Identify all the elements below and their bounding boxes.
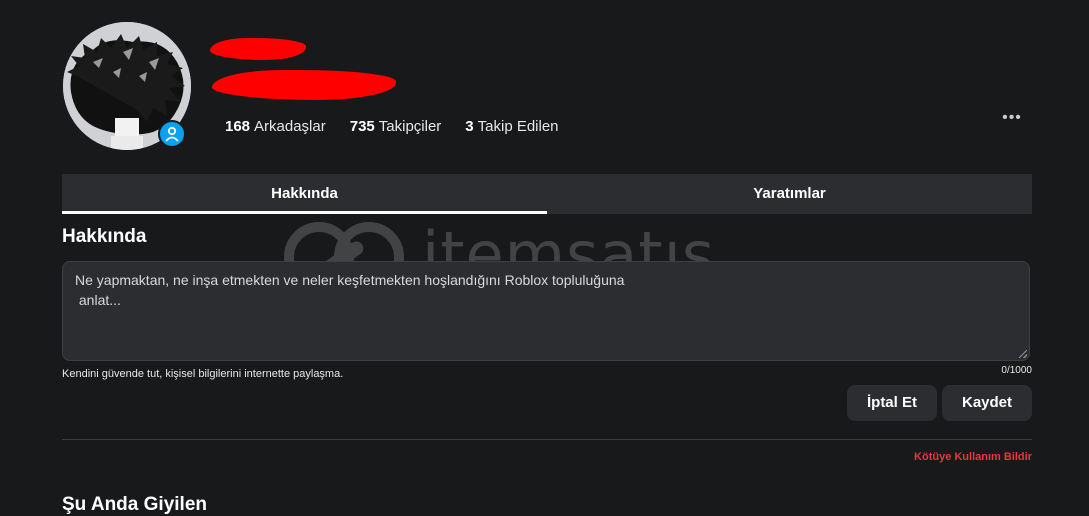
- stat-followers-label: Takipçiler: [378, 118, 442, 135]
- person-icon: [165, 126, 179, 142]
- about-placeholder-line-2: anlat...: [75, 292, 121, 308]
- ellipsis-icon: •••: [1002, 109, 1022, 126]
- status-badge: [158, 120, 186, 148]
- about-title: Hakkında: [62, 226, 147, 247]
- resize-handle-icon[interactable]: [1019, 350, 1027, 358]
- stat-friends[interactable]: 168 Arkadaşlar: [225, 118, 326, 135]
- about-textarea[interactable]: Ne yapmaktan, ne inşa etmekten ve neler …: [62, 261, 1030, 361]
- stat-following[interactable]: 3 Takip Edilen: [465, 118, 558, 135]
- tab-about[interactable]: Hakkında: [62, 174, 547, 214]
- character-counter: 0/1000: [1001, 365, 1032, 376]
- stat-followers-count: 735: [349, 118, 375, 135]
- save-button[interactable]: Kaydet: [942, 385, 1032, 421]
- stat-followers[interactable]: 735 Takipçiler: [350, 118, 442, 135]
- safety-helper-text: Kendini güvende tut, kişisel bilgilerini…: [62, 368, 344, 380]
- more-options-button[interactable]: •••: [1000, 108, 1024, 128]
- section-divider: [62, 439, 1032, 440]
- stat-friends-count: 168: [225, 118, 251, 135]
- profile-tabs: Hakkında Yaratımlar: [62, 174, 1032, 214]
- stat-following-count: 3: [465, 118, 474, 135]
- profile-stats: 168 Arkadaşlar 735 Takipçiler 3 Takip Edile…: [225, 118, 559, 135]
- stat-following-label: Takip Edilen: [477, 118, 559, 135]
- tab-creations[interactable]: Yaratımlar: [547, 174, 1032, 214]
- cancel-button[interactable]: İptal Et: [847, 385, 937, 421]
- currently-wearing-title: Şu Anda Giyilen: [62, 494, 207, 515]
- redacted-display-name: [210, 38, 306, 60]
- redacted-username: [212, 70, 396, 100]
- report-abuse-link[interactable]: Kötüye Kullanım Bildir: [900, 451, 1032, 463]
- about-placeholder-line-1: Ne yapmaktan, ne inşa etmekten ve neler …: [75, 272, 625, 288]
- stat-friends-label: Arkadaşlar: [254, 118, 326, 135]
